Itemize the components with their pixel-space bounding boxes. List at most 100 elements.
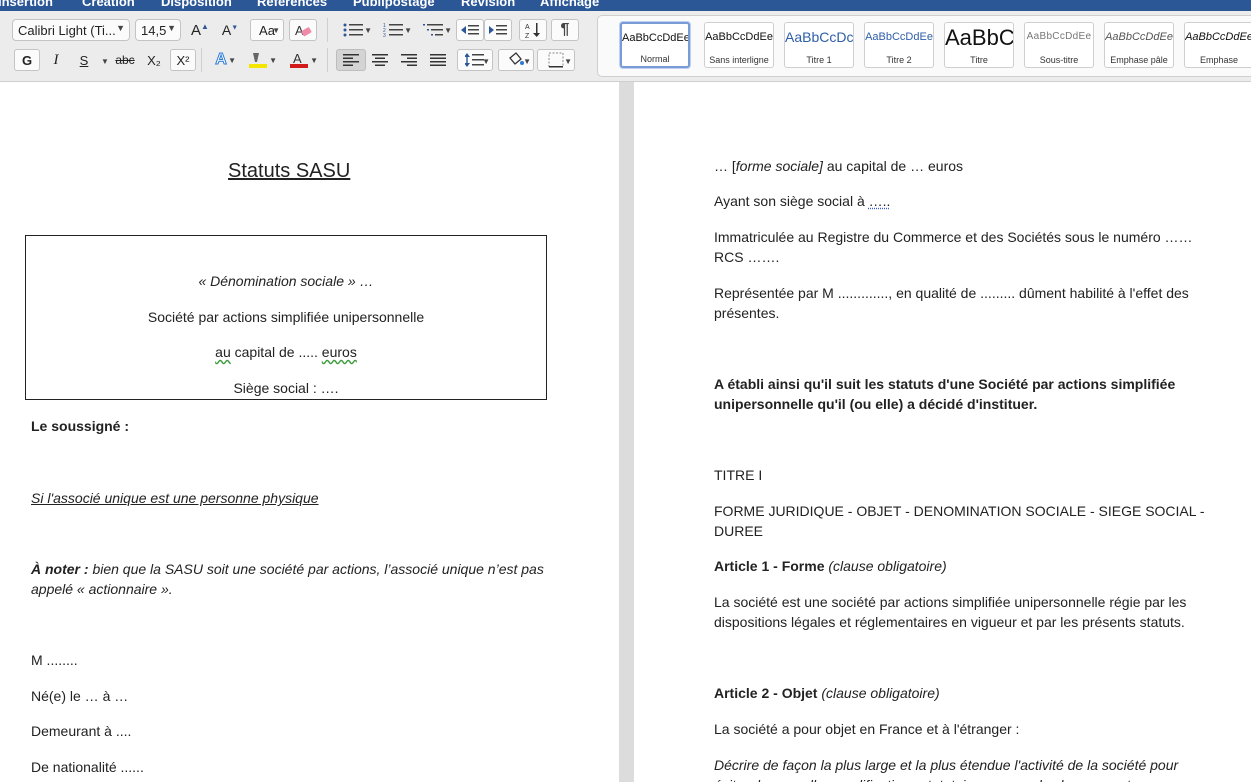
style-preview: AaBbCcDdEe — [1185, 31, 1251, 43]
indent-icon — [489, 24, 507, 36]
chevron-down-icon: ▼ — [444, 26, 452, 35]
text-effects-button[interactable]: A ▼ — [206, 49, 236, 71]
numbering-button[interactable]: 1 2 3 ▼ — [376, 19, 412, 41]
style-sans-interligne[interactable]: AaBbCcDdEe Sans interligne — [704, 22, 774, 68]
menu-disposition[interactable]: Disposition — [161, 0, 232, 9]
align-left-icon — [343, 54, 359, 66]
chevron-down-icon: ▼ — [523, 57, 531, 66]
change-case-button[interactable]: Aa ▼ — [250, 19, 284, 41]
style-preview: AaBbCcDdEe — [705, 31, 773, 43]
sort-az-icon: AZ — [524, 21, 542, 39]
style-emphase-pale[interactable]: AaBbCcDdEe Emphase pâle — [1104, 22, 1174, 68]
menu-revision[interactable]: Révision — [461, 0, 515, 9]
style-sous-titre[interactable]: AaBbCcDdEe Sous-titre — [1024, 22, 1094, 68]
increase-indent-button[interactable] — [484, 19, 512, 41]
svg-text:A: A — [293, 51, 302, 66]
svg-text:Z: Z — [525, 33, 530, 39]
bullets-button[interactable]: ▼ — [336, 19, 372, 41]
borders-icon — [548, 52, 564, 68]
head-office-line: Siège social : …. — [26, 378, 546, 398]
multilevel-list-icon — [423, 23, 445, 37]
shading-button[interactable]: ▼ — [498, 49, 534, 71]
show-formatting-button[interactable]: ¶ — [551, 19, 579, 41]
highlight-button[interactable]: ▼ — [239, 49, 277, 71]
superscript-button[interactable]: X² — [170, 49, 196, 71]
outdent-icon — [461, 24, 479, 36]
style-emphase[interactable]: AaBbCcDdEe Emphase — [1184, 22, 1251, 68]
document-page-left[interactable]: Statuts SASU « Dénomination sociale » … … — [0, 82, 619, 782]
nationality-line: De nationalité ...... — [31, 757, 144, 777]
font-size-select[interactable]: 14,5 ▼ — [135, 19, 181, 41]
menu-insertion[interactable]: Insertion — [0, 0, 53, 9]
chevron-down-icon[interactable]: ▼ — [101, 57, 109, 66]
style-preview: AaBbCcDdEe — [1105, 31, 1173, 43]
style-name: Titre 2 — [865, 55, 933, 65]
styles-gallery: AaBbCcDdEe Normal AaBbCcDdEe Sans interl… — [597, 15, 1251, 77]
align-center-icon — [372, 54, 388, 66]
forme-line: … [forme sociale] au capital de … euros — [714, 156, 963, 176]
style-titre[interactable]: AaBbC Titre — [944, 22, 1014, 68]
style-preview: AaBbCcDdEe — [1025, 31, 1093, 42]
titre-subheading: FORME JURIDIQUE - OBJET - DENOMINATION S… — [714, 501, 1214, 541]
underline-button[interactable]: S — [72, 49, 96, 71]
article-1-text: La société est une société par actions s… — [714, 592, 1234, 632]
menu-creation[interactable]: Création — [82, 0, 135, 9]
menu-affichage[interactable]: Affichage — [540, 0, 599, 9]
align-right-button[interactable] — [395, 49, 423, 71]
titre-heading: TITRE I — [714, 465, 762, 485]
style-normal[interactable]: AaBbCcDdEe Normal — [620, 22, 690, 68]
grow-font-button[interactable]: A▲ — [187, 19, 213, 41]
subscript-button[interactable]: X₂ — [141, 49, 167, 71]
denomination-box: « Dénomination sociale » … Société par a… — [25, 235, 547, 400]
bold-button[interactable]: G — [14, 49, 40, 71]
chevron-down-icon: ▼ — [404, 26, 412, 35]
font-name-value: Calibri Light (Ti... — [18, 23, 116, 38]
sort-button[interactable]: AZ — [519, 19, 547, 41]
style-titre-1[interactable]: AaBbCcDc Titre 1 — [784, 22, 854, 68]
menu-bar: Insertion Création Disposition Référence… — [0, 0, 1251, 11]
document-page-right[interactable]: … [forme sociale] au capital de … euros … — [634, 82, 1251, 782]
style-preview: AaBbCcDdEe — [865, 31, 933, 43]
style-name: Sous-titre — [1025, 55, 1093, 65]
svg-text:3: 3 — [383, 33, 386, 37]
line-spacing-button[interactable]: ▼ — [457, 49, 493, 71]
personne-physique-heading: Si l'associé unique est une personne phy… — [31, 488, 319, 508]
bullet-list-icon — [343, 23, 365, 37]
style-titre-2[interactable]: AaBbCcDdEe Titre 2 — [864, 22, 934, 68]
decrease-indent-button[interactable] — [456, 19, 484, 41]
align-center-button[interactable] — [366, 49, 394, 71]
borders-button[interactable]: ▼ — [537, 49, 575, 71]
birth-line: Né(e) le … à … — [31, 686, 128, 706]
multilevel-list-button[interactable]: ▼ — [416, 19, 452, 41]
document-area: Statuts SASU « Dénomination sociale » … … — [0, 82, 1251, 782]
style-preview: AaBbCcDdEe — [622, 32, 688, 44]
font-color-button[interactable]: A ▼ — [280, 49, 318, 71]
justify-button[interactable] — [424, 49, 452, 71]
soussigne-heading: Le soussigné : — [31, 416, 129, 436]
chevron-down-icon: ▼ — [269, 56, 277, 65]
ribbon: Calibri Light (Ti... ▼ 14,5 ▼ A▲ A▼ Aa ▼… — [0, 11, 1251, 82]
style-name: Titre 1 — [785, 55, 853, 65]
shrink-font-button[interactable]: A▼ — [217, 19, 243, 41]
chevron-down-icon: ▼ — [116, 23, 125, 33]
align-right-icon — [401, 54, 417, 66]
ribbon-separator — [327, 48, 328, 72]
menu-references[interactable]: Références — [257, 0, 327, 9]
clear-formatting-button[interactable]: A — [289, 19, 317, 41]
font-name-select[interactable]: Calibri Light (Ti... ▼ — [12, 19, 130, 41]
etabli-paragraph: A établi ainsi qu'il suit les statuts d'… — [714, 374, 1204, 414]
chevron-down-icon: ▼ — [228, 56, 236, 65]
ribbon-separator — [201, 48, 202, 72]
svg-text:A: A — [525, 24, 530, 31]
menu-publipostage[interactable]: Publipostage — [353, 0, 435, 9]
font-size-value: 14,5 — [141, 23, 166, 38]
italic-button[interactable]: I — [43, 49, 69, 71]
strikethrough-button[interactable]: abc — [110, 49, 140, 71]
article-2-heading: Article 2 - Objet (clause obligatoire) — [714, 683, 940, 703]
document-title: Statuts SASU — [228, 158, 350, 184]
chevron-down-icon: ▼ — [564, 57, 572, 66]
align-left-button[interactable] — [336, 49, 366, 71]
chevron-down-icon: ▼ — [272, 26, 280, 35]
denomination-line: « Dénomination sociale » … — [26, 271, 546, 291]
immatriculation-paragraph: Immatriculée au Registre du Commerce et … — [714, 227, 1219, 267]
